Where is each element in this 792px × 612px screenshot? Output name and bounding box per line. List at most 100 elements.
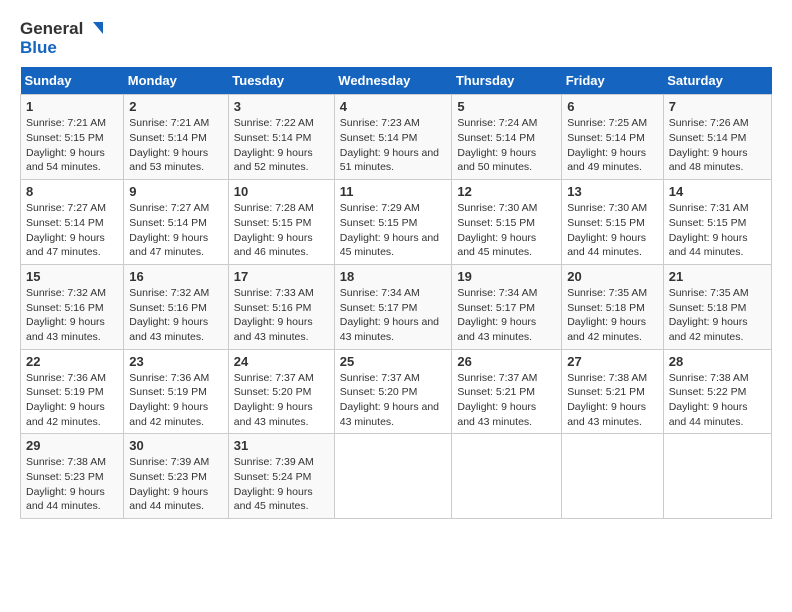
day-cell-1: 1 Sunrise: 7:21 AMSunset: 5:15 PMDayligh… bbox=[21, 95, 124, 180]
day-number: 22 bbox=[26, 354, 118, 369]
day-cell-23: 23 Sunrise: 7:36 AMSunset: 5:19 PMDaylig… bbox=[124, 349, 229, 434]
day-number: 16 bbox=[129, 269, 223, 284]
day-info: Sunrise: 7:21 AMSunset: 5:15 PMDaylight:… bbox=[26, 117, 106, 173]
day-cell-28: 28 Sunrise: 7:38 AMSunset: 5:22 PMDaylig… bbox=[663, 349, 771, 434]
day-info: Sunrise: 7:22 AMSunset: 5:14 PMDaylight:… bbox=[234, 117, 314, 173]
day-cell-17: 17 Sunrise: 7:33 AMSunset: 5:16 PMDaylig… bbox=[228, 264, 334, 349]
week-row-1: 1 Sunrise: 7:21 AMSunset: 5:15 PMDayligh… bbox=[21, 95, 772, 180]
day-cell-10: 10 Sunrise: 7:28 AMSunset: 5:15 PMDaylig… bbox=[228, 180, 334, 265]
day-number: 9 bbox=[129, 184, 223, 199]
day-info: Sunrise: 7:27 AMSunset: 5:14 PMDaylight:… bbox=[129, 202, 209, 258]
day-info: Sunrise: 7:38 AMSunset: 5:22 PMDaylight:… bbox=[669, 372, 749, 428]
day-number: 24 bbox=[234, 354, 329, 369]
day-number: 31 bbox=[234, 438, 329, 453]
day-info: Sunrise: 7:36 AMSunset: 5:19 PMDaylight:… bbox=[26, 372, 106, 428]
day-number: 28 bbox=[669, 354, 766, 369]
day-number: 21 bbox=[669, 269, 766, 284]
header-wednesday: Wednesday bbox=[334, 67, 452, 95]
day-number: 17 bbox=[234, 269, 329, 284]
day-cell-9: 9 Sunrise: 7:27 AMSunset: 5:14 PMDayligh… bbox=[124, 180, 229, 265]
day-number: 30 bbox=[129, 438, 223, 453]
day-info: Sunrise: 7:25 AMSunset: 5:14 PMDaylight:… bbox=[567, 117, 647, 173]
day-cell-15: 15 Sunrise: 7:32 AMSunset: 5:16 PMDaylig… bbox=[21, 264, 124, 349]
day-cell-5: 5 Sunrise: 7:24 AMSunset: 5:14 PMDayligh… bbox=[452, 95, 562, 180]
logo-blue: Blue bbox=[20, 39, 57, 58]
day-cell-19: 19 Sunrise: 7:34 AMSunset: 5:17 PMDaylig… bbox=[452, 264, 562, 349]
logo-general: General bbox=[20, 20, 83, 39]
day-number: 2 bbox=[129, 99, 223, 114]
day-number: 4 bbox=[340, 99, 447, 114]
day-number: 14 bbox=[669, 184, 766, 199]
calendar-table: SundayMondayTuesdayWednesdayThursdayFrid… bbox=[20, 67, 772, 519]
day-info: Sunrise: 7:23 AMSunset: 5:14 PMDaylight:… bbox=[340, 117, 439, 173]
day-number: 15 bbox=[26, 269, 118, 284]
day-number: 29 bbox=[26, 438, 118, 453]
day-number: 13 bbox=[567, 184, 658, 199]
day-cell-8: 8 Sunrise: 7:27 AMSunset: 5:14 PMDayligh… bbox=[21, 180, 124, 265]
day-cell-21: 21 Sunrise: 7:35 AMSunset: 5:18 PMDaylig… bbox=[663, 264, 771, 349]
day-number: 26 bbox=[457, 354, 556, 369]
header-sunday: Sunday bbox=[21, 67, 124, 95]
header-monday: Monday bbox=[124, 67, 229, 95]
day-number: 19 bbox=[457, 269, 556, 284]
logo-arrow-icon bbox=[85, 20, 103, 38]
calendar-header-row: SundayMondayTuesdayWednesdayThursdayFrid… bbox=[21, 67, 772, 95]
day-number: 1 bbox=[26, 99, 118, 114]
day-cell-27: 27 Sunrise: 7:38 AMSunset: 5:21 PMDaylig… bbox=[562, 349, 664, 434]
day-number: 11 bbox=[340, 184, 447, 199]
day-info: Sunrise: 7:29 AMSunset: 5:15 PMDaylight:… bbox=[340, 202, 439, 258]
day-cell-20: 20 Sunrise: 7:35 AMSunset: 5:18 PMDaylig… bbox=[562, 264, 664, 349]
day-cell-24: 24 Sunrise: 7:37 AMSunset: 5:20 PMDaylig… bbox=[228, 349, 334, 434]
day-number: 3 bbox=[234, 99, 329, 114]
day-info: Sunrise: 7:21 AMSunset: 5:14 PMDaylight:… bbox=[129, 117, 209, 173]
week-row-2: 8 Sunrise: 7:27 AMSunset: 5:14 PMDayligh… bbox=[21, 180, 772, 265]
day-cell-4: 4 Sunrise: 7:23 AMSunset: 5:14 PMDayligh… bbox=[334, 95, 452, 180]
day-cell-13: 13 Sunrise: 7:30 AMSunset: 5:15 PMDaylig… bbox=[562, 180, 664, 265]
day-number: 23 bbox=[129, 354, 223, 369]
empty-cell bbox=[663, 434, 771, 519]
day-info: Sunrise: 7:38 AMSunset: 5:23 PMDaylight:… bbox=[26, 456, 106, 512]
day-info: Sunrise: 7:36 AMSunset: 5:19 PMDaylight:… bbox=[129, 372, 209, 428]
day-info: Sunrise: 7:35 AMSunset: 5:18 PMDaylight:… bbox=[567, 287, 647, 343]
day-cell-22: 22 Sunrise: 7:36 AMSunset: 5:19 PMDaylig… bbox=[21, 349, 124, 434]
day-info: Sunrise: 7:33 AMSunset: 5:16 PMDaylight:… bbox=[234, 287, 314, 343]
day-info: Sunrise: 7:27 AMSunset: 5:14 PMDaylight:… bbox=[26, 202, 106, 258]
day-info: Sunrise: 7:32 AMSunset: 5:16 PMDaylight:… bbox=[129, 287, 209, 343]
day-number: 27 bbox=[567, 354, 658, 369]
day-number: 10 bbox=[234, 184, 329, 199]
day-info: Sunrise: 7:30 AMSunset: 5:15 PMDaylight:… bbox=[567, 202, 647, 258]
day-cell-25: 25 Sunrise: 7:37 AMSunset: 5:20 PMDaylig… bbox=[334, 349, 452, 434]
day-cell-26: 26 Sunrise: 7:37 AMSunset: 5:21 PMDaylig… bbox=[452, 349, 562, 434]
header-tuesday: Tuesday bbox=[228, 67, 334, 95]
day-cell-30: 30 Sunrise: 7:39 AMSunset: 5:23 PMDaylig… bbox=[124, 434, 229, 519]
day-info: Sunrise: 7:39 AMSunset: 5:24 PMDaylight:… bbox=[234, 456, 314, 512]
day-number: 7 bbox=[669, 99, 766, 114]
day-cell-3: 3 Sunrise: 7:22 AMSunset: 5:14 PMDayligh… bbox=[228, 95, 334, 180]
day-info: Sunrise: 7:37 AMSunset: 5:20 PMDaylight:… bbox=[234, 372, 314, 428]
day-number: 6 bbox=[567, 99, 658, 114]
day-cell-14: 14 Sunrise: 7:31 AMSunset: 5:15 PMDaylig… bbox=[663, 180, 771, 265]
day-info: Sunrise: 7:31 AMSunset: 5:15 PMDaylight:… bbox=[669, 202, 749, 258]
day-info: Sunrise: 7:24 AMSunset: 5:14 PMDaylight:… bbox=[457, 117, 537, 173]
day-cell-16: 16 Sunrise: 7:32 AMSunset: 5:16 PMDaylig… bbox=[124, 264, 229, 349]
logo: General Blue bbox=[20, 20, 103, 57]
header-thursday: Thursday bbox=[452, 67, 562, 95]
day-info: Sunrise: 7:26 AMSunset: 5:14 PMDaylight:… bbox=[669, 117, 749, 173]
day-number: 5 bbox=[457, 99, 556, 114]
empty-cell bbox=[334, 434, 452, 519]
day-info: Sunrise: 7:30 AMSunset: 5:15 PMDaylight:… bbox=[457, 202, 537, 258]
day-cell-11: 11 Sunrise: 7:29 AMSunset: 5:15 PMDaylig… bbox=[334, 180, 452, 265]
day-info: Sunrise: 7:32 AMSunset: 5:16 PMDaylight:… bbox=[26, 287, 106, 343]
header-saturday: Saturday bbox=[663, 67, 771, 95]
day-number: 20 bbox=[567, 269, 658, 284]
day-cell-6: 6 Sunrise: 7:25 AMSunset: 5:14 PMDayligh… bbox=[562, 95, 664, 180]
day-cell-31: 31 Sunrise: 7:39 AMSunset: 5:24 PMDaylig… bbox=[228, 434, 334, 519]
day-info: Sunrise: 7:37 AMSunset: 5:21 PMDaylight:… bbox=[457, 372, 537, 428]
week-row-5: 29 Sunrise: 7:38 AMSunset: 5:23 PMDaylig… bbox=[21, 434, 772, 519]
day-cell-18: 18 Sunrise: 7:34 AMSunset: 5:17 PMDaylig… bbox=[334, 264, 452, 349]
day-info: Sunrise: 7:35 AMSunset: 5:18 PMDaylight:… bbox=[669, 287, 749, 343]
week-row-4: 22 Sunrise: 7:36 AMSunset: 5:19 PMDaylig… bbox=[21, 349, 772, 434]
day-number: 8 bbox=[26, 184, 118, 199]
day-info: Sunrise: 7:37 AMSunset: 5:20 PMDaylight:… bbox=[340, 372, 439, 428]
day-info: Sunrise: 7:34 AMSunset: 5:17 PMDaylight:… bbox=[340, 287, 439, 343]
